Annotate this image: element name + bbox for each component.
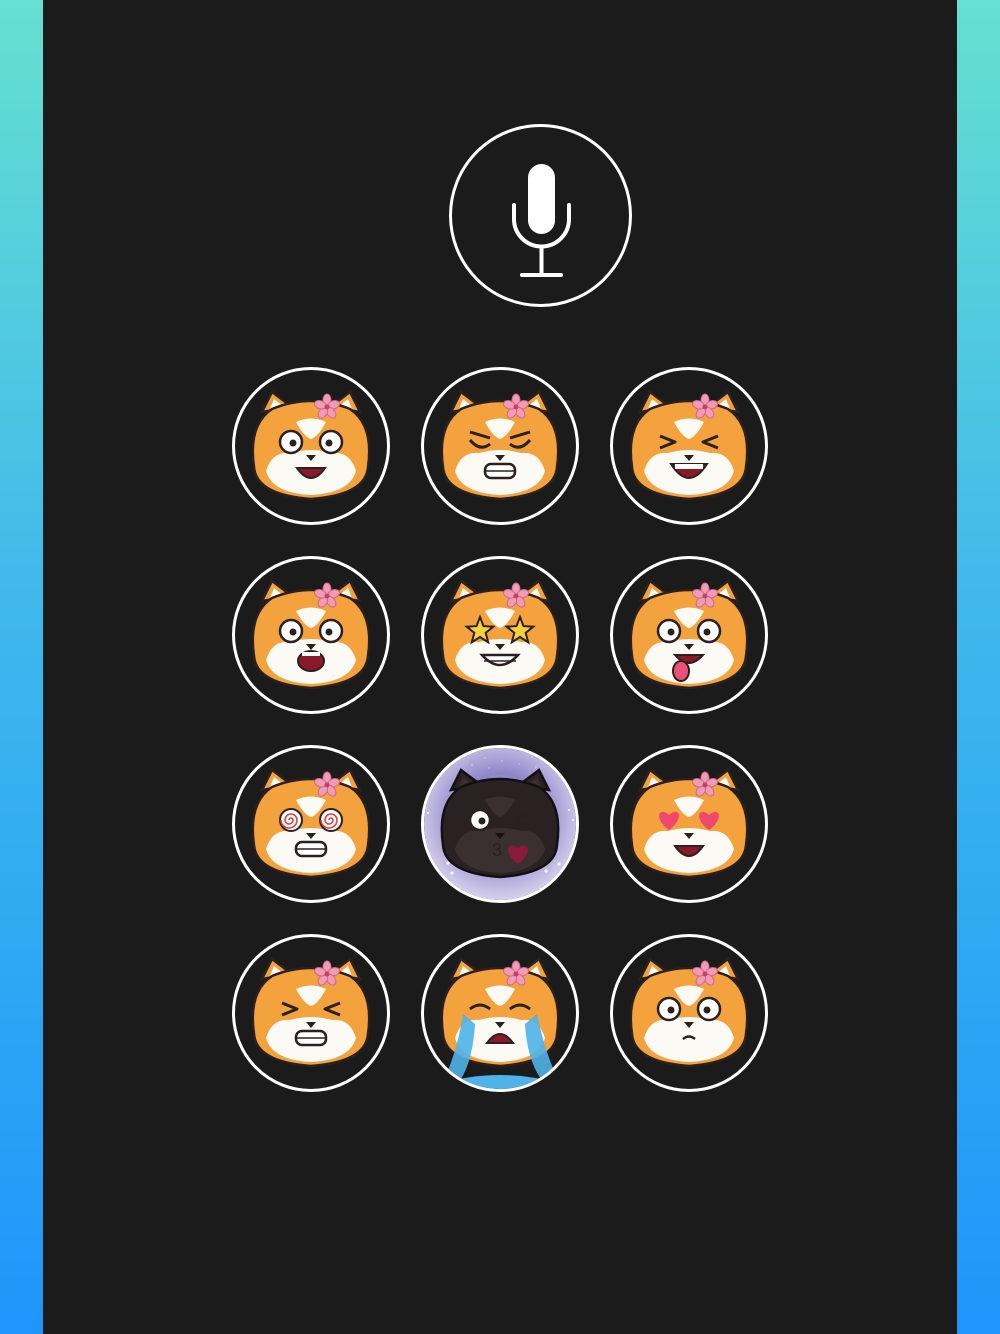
shiba-shocked-icon [251,579,371,690]
shiba-confused-icon [629,957,749,1068]
sticker-angry[interactable] [421,367,579,525]
sticker-panel: 3 [43,0,957,1334]
shiba-kiss-icon: 3 [424,748,576,900]
sticker-heart-eyes[interactable] [610,745,768,903]
sticker-star-eyes[interactable] [421,556,579,714]
shiba-heart-eyes-icon [629,768,749,879]
sticker-crying[interactable] [421,934,579,1092]
shiba-crying-icon [436,957,564,1089]
sticker-happy[interactable] [232,367,390,525]
sticker-confused[interactable] [610,934,768,1092]
shiba-grimace-icon [251,957,371,1068]
sticker-laughing[interactable] [610,367,768,525]
microphone-icon [512,164,571,277]
shiba-tongue-icon [629,579,749,690]
sticker-shocked[interactable] [232,556,390,714]
sticker-grimace[interactable] [232,934,390,1092]
shiba-star-eyes-icon [440,579,560,690]
shiba-happy-icon [251,390,371,501]
sticker-kiss-selected[interactable]: 3 [421,745,579,903]
microphone-button[interactable] [449,124,632,307]
sticker-tongue[interactable] [610,556,768,714]
shiba-laughing-icon [629,390,749,501]
sticker-dizzy[interactable] [232,745,390,903]
svg-text:3: 3 [492,840,502,860]
shiba-angry-icon [440,390,560,501]
shiba-dizzy-icon [251,768,371,879]
